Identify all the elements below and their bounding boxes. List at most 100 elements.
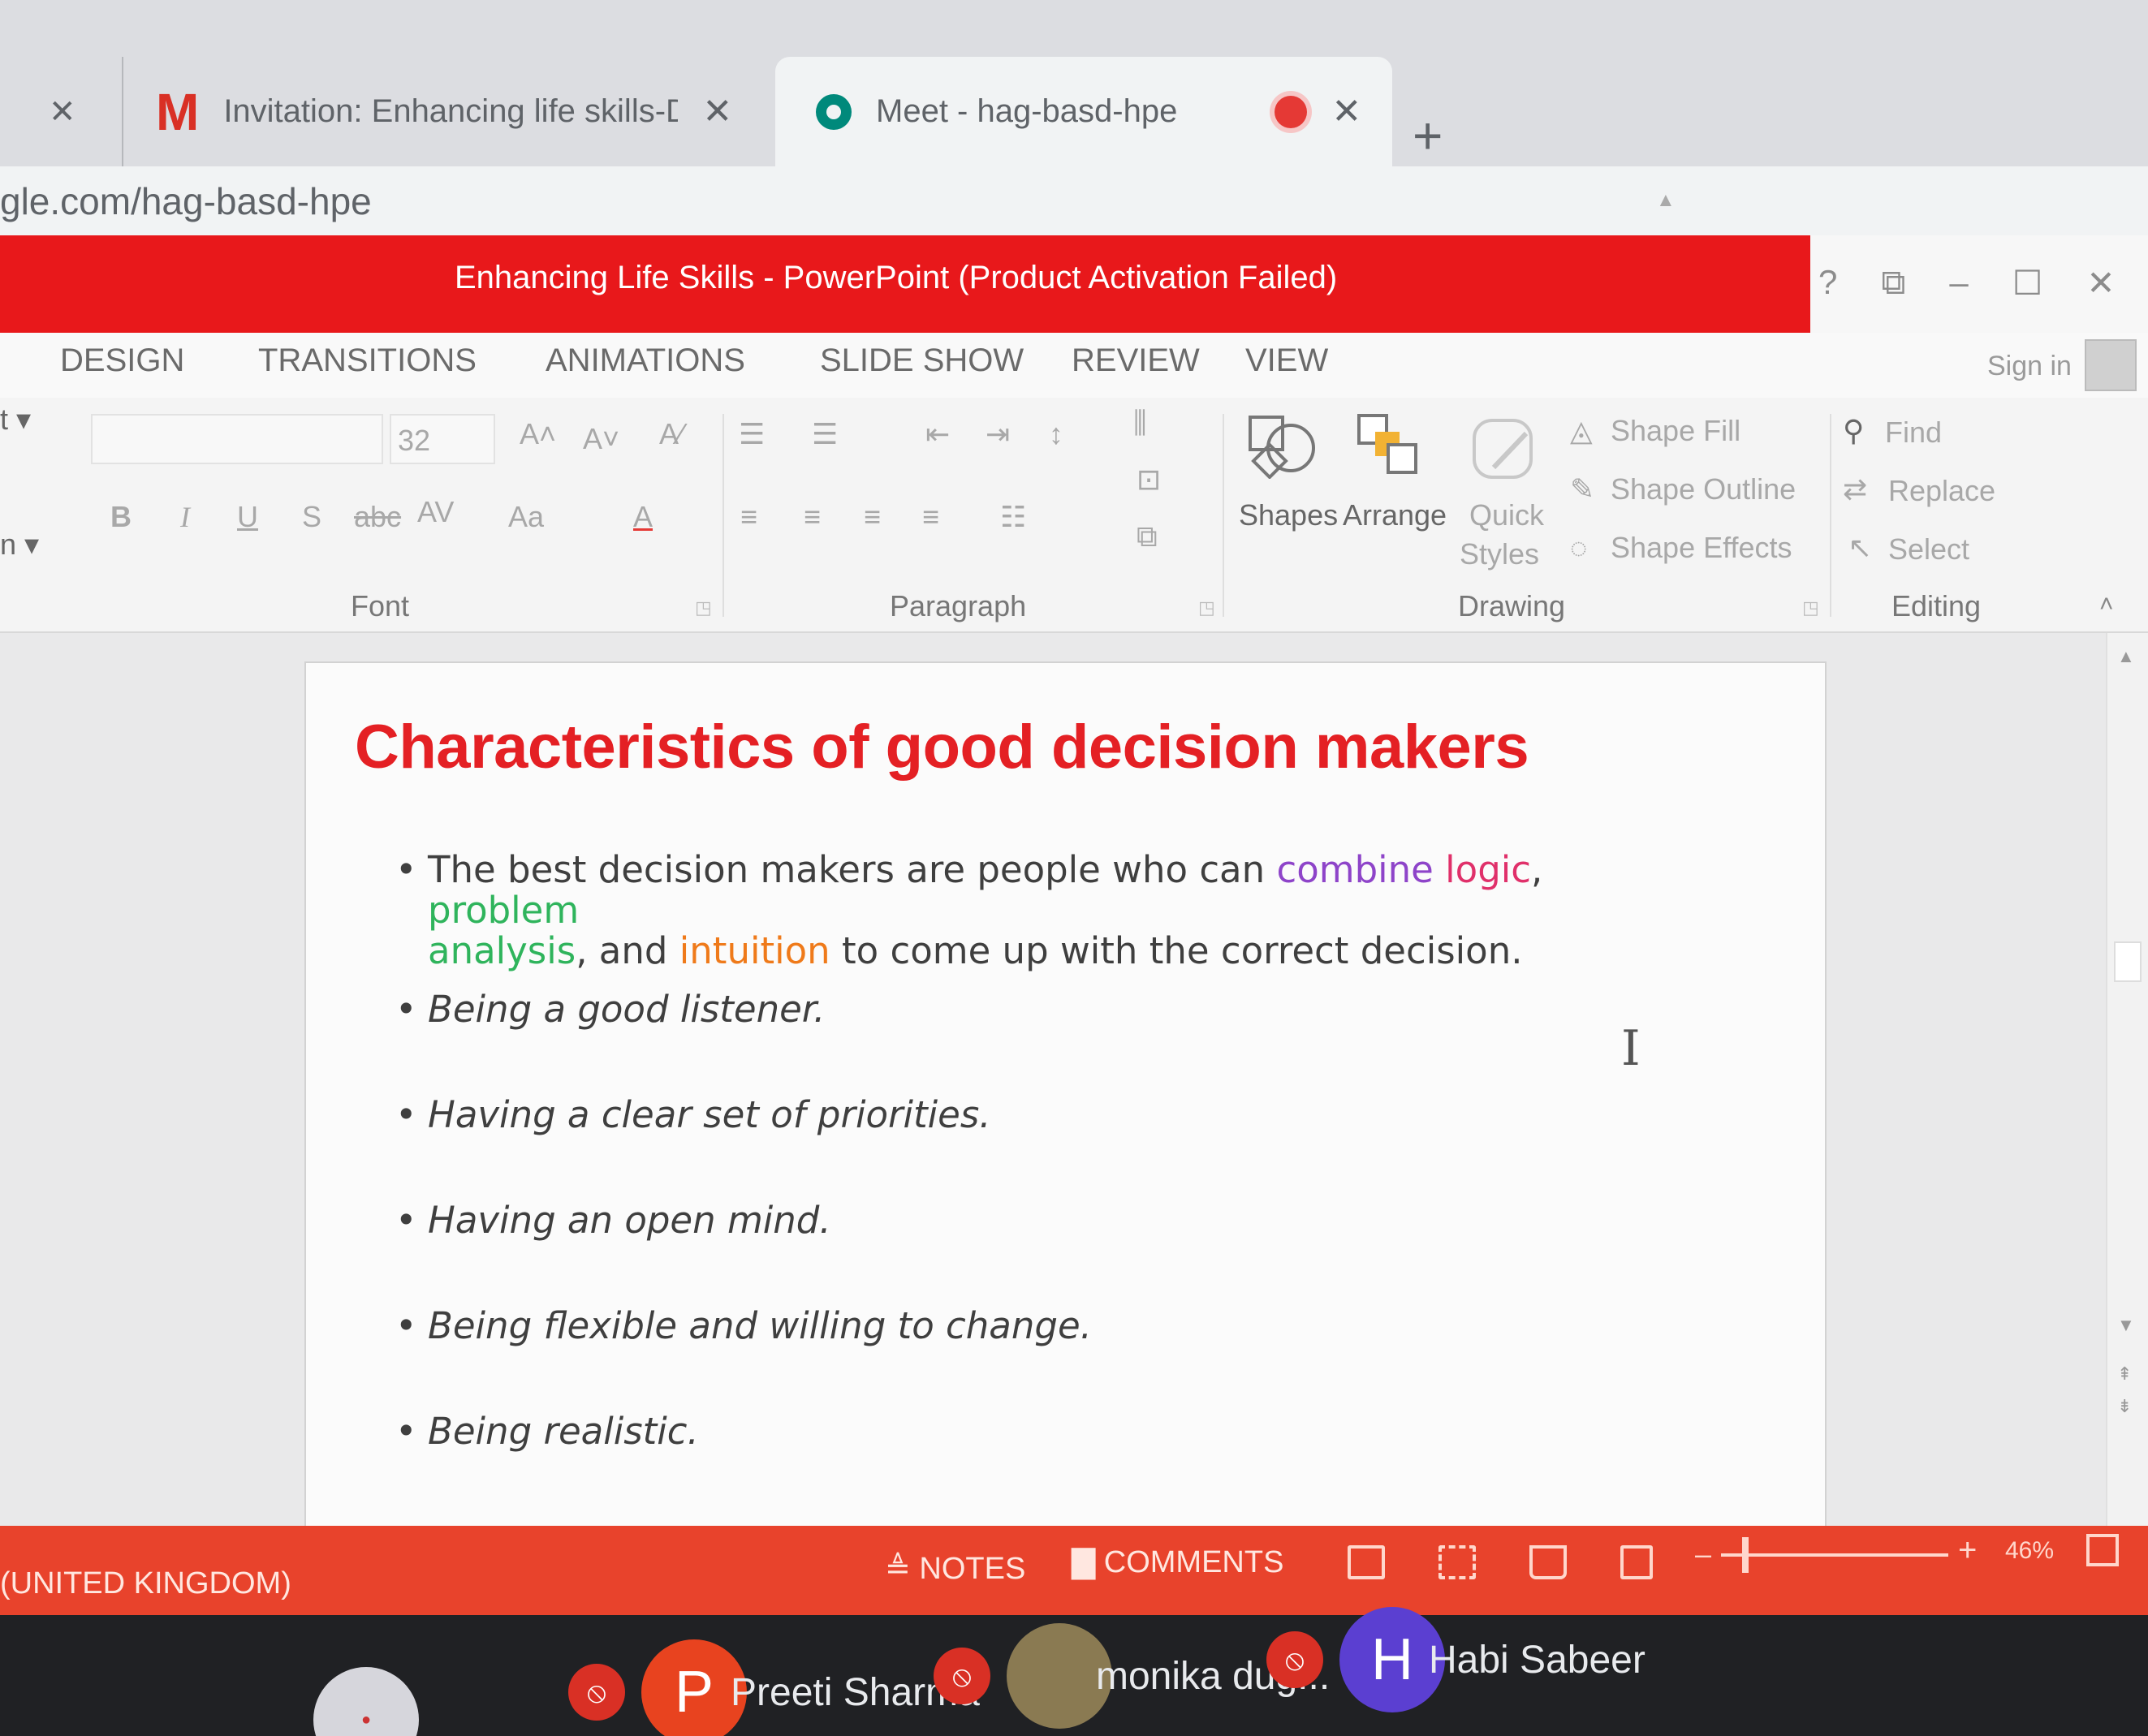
address-bar[interactable]: gle.com/hag-basd-hpe ▲ <box>0 166 2148 235</box>
justify-icon[interactable]: ≡ <box>922 500 939 534</box>
maximize-button[interactable]: ☐ <box>2012 263 2043 303</box>
zoom-slider[interactable] <box>1721 1553 1948 1557</box>
clear-formatting-button[interactable]: A⁄ <box>659 417 684 451</box>
window-titlebar: Enhancing Life Skills - PowerPoint (Prod… <box>0 235 2148 333</box>
zoom-level[interactable]: 46% <box>2005 1537 2054 1565</box>
paragraph-group-label: Paragraph <box>890 589 1027 622</box>
close-icon[interactable]: ✕ <box>1331 91 1361 132</box>
text-shadow-button[interactable]: S <box>302 500 321 534</box>
increase-indent-icon[interactable]: ⇥ <box>986 417 1010 451</box>
tab-gmail-invitation[interactable]: M Invitation: Enhancing life skills-D ✕ <box>122 57 771 166</box>
list-item[interactable]: Having a clear set of priorities. <box>395 1093 1646 1199</box>
participant-tile[interactable]: ⦸ P Preeti Sharma <box>568 1639 980 1736</box>
text-cursor-icon: I <box>1621 1020 1641 1077</box>
scroll-up-icon[interactable]: ▲ <box>2117 646 2135 667</box>
ribbon-display-button[interactable]: ⧉ <box>1881 263 1905 303</box>
shape-outline-button[interactable]: Shape Outline <box>1611 472 1796 506</box>
ribbon-home: t ▾ n ▾ 32 A˄ A˅ A⁄ B I U S abc AV Aa A … <box>0 398 2148 633</box>
tab-animations[interactable]: ANIMATIONS <box>546 342 745 379</box>
strikethrough-button[interactable]: abc <box>354 500 401 534</box>
change-case-button[interactable]: Aa <box>508 500 544 534</box>
bullets-icon[interactable]: ☰ <box>739 417 765 451</box>
scroll-thumb[interactable] <box>2114 941 2142 982</box>
text-direction-icon[interactable]: ⫼ <box>1133 406 1147 441</box>
shapes-icon[interactable] <box>1245 412 1320 480</box>
decrease-indent-icon[interactable]: ⇤ <box>925 417 950 451</box>
shape-effects-button[interactable]: Shape Effects <box>1611 531 1792 565</box>
minimize-button[interactable]: – <box>1949 263 1968 303</box>
shrink-font-button[interactable]: A˅ <box>583 422 619 456</box>
italic-button[interactable]: I <box>180 500 190 534</box>
font-size-combo[interactable]: 32 <box>390 414 495 464</box>
next-slide-icon[interactable]: ⇟ <box>2117 1396 2132 1417</box>
align-text-icon[interactable]: ⊡ <box>1137 463 1161 497</box>
help-button[interactable]: ? <box>1818 263 1837 303</box>
fit-to-window-icon[interactable] <box>2086 1534 2119 1566</box>
select-button[interactable]: Select <box>1888 532 1969 566</box>
collapse-ribbon-icon[interactable]: ˄ <box>2099 591 2114 618</box>
font-name-combo[interactable] <box>91 414 383 464</box>
grow-font-button[interactable]: A˄ <box>520 417 556 451</box>
meet-participant-strip: ● ⦸ P Preeti Sharma ⦸ monika dug... ⦸ H … <box>0 1607 2148 1736</box>
select-icon: ↖ <box>1848 531 1873 564</box>
find-button[interactable]: Find <box>1885 416 1942 450</box>
tab-slide-show[interactable]: SLIDE SHOW <box>820 342 1024 379</box>
clipboard-dropdown[interactable]: t ▾ <box>0 403 31 437</box>
list-item[interactable]: Being realistic. <box>395 1410 1646 1515</box>
quick-styles-button[interactable]: Quick <box>1469 498 1544 532</box>
align-left-icon[interactable]: ≡ <box>740 500 757 534</box>
align-center-icon[interactable]: ≡ <box>804 500 821 534</box>
zoom-slider-thumb[interactable] <box>1741 1537 1749 1573</box>
smartart-icon[interactable]: ⧉ <box>1137 519 1158 554</box>
new-tab-button[interactable]: + <box>1413 106 1443 166</box>
tab-design[interactable]: DESIGN <box>60 342 184 379</box>
highlight-combine: combine <box>1276 848 1434 891</box>
previous-slide-icon[interactable]: ⇞ <box>2117 1363 2132 1385</box>
close-icon[interactable]: ✕ <box>49 93 76 131</box>
vertical-scrollbar[interactable]: ▲ ▼ ⇞ ⇟ <box>2106 633 2148 1526</box>
participant-tile[interactable]: ⦸ H Habi Sabeer <box>1266 1607 1646 1712</box>
font-color-button[interactable]: A <box>633 500 653 534</box>
quick-styles-button-line2[interactable]: Styles <box>1460 537 1539 571</box>
zoom-in-button[interactable]: + <box>1958 1532 1977 1569</box>
window-title: Enhancing Life Skills - PowerPoint (Prod… <box>455 260 1338 295</box>
paragraph-dialog-launcher-icon[interactable]: ◳ <box>1198 597 1215 618</box>
slide-canvas[interactable]: Characteristics of good decision makers … <box>304 661 1827 1562</box>
list-item[interactable]: Having an open mind. <box>395 1199 1646 1304</box>
section-dropdown[interactable]: n ▾ <box>0 528 39 562</box>
underline-button[interactable]: U <box>237 500 258 534</box>
list-item[interactable]: The best decision makers are people who … <box>395 848 1646 988</box>
align-right-icon[interactable]: ≡ <box>864 500 881 534</box>
tab-transitions[interactable]: TRANSITIONS <box>258 342 477 379</box>
url-text[interactable]: gle.com/hag-basd-hpe <box>0 179 372 223</box>
columns-icon[interactable]: ☷ <box>1000 500 1026 534</box>
account-avatar[interactable] <box>2085 339 2137 391</box>
tab-meet[interactable]: Meet - hag-basd-hpe ✕ <box>775 57 1392 166</box>
ribbon-tab-bar: DESIGN TRANSITIONS ANIMATIONS SLIDE SHOW… <box>0 333 2148 398</box>
slide-title[interactable]: Characteristics of good decision makers <box>355 712 1529 782</box>
bold-button[interactable]: B <box>110 500 132 534</box>
character-spacing-button[interactable]: AV <box>417 495 454 529</box>
shapes-button[interactable]: Shapes <box>1239 498 1338 532</box>
line-spacing-icon[interactable]: ↕ <box>1049 417 1063 451</box>
lock-icon: ▲ <box>1656 189 1676 211</box>
arrange-button[interactable]: Arrange <box>1343 498 1447 532</box>
list-item[interactable]: Being flexible and willing to change. <box>395 1304 1646 1410</box>
tab-view[interactable]: VIEW <box>1245 342 1328 379</box>
tab-review[interactable]: REVIEW <box>1072 342 1200 379</box>
arrange-icon[interactable] <box>1356 412 1421 477</box>
font-dialog-launcher-icon[interactable]: ◳ <box>695 597 712 618</box>
list-item[interactable]: Being a good listener. <box>395 988 1646 1093</box>
editing-group-label: Editing <box>1891 589 1982 622</box>
numbering-icon[interactable]: ☰ <box>812 417 838 451</box>
zoom-out-button[interactable]: – <box>1695 1537 1711 1571</box>
scroll-down-icon[interactable]: ▼ <box>2117 1315 2135 1336</box>
bullet-list[interactable]: The best decision makers are people who … <box>395 848 1646 1515</box>
shape-fill-button[interactable]: Shape Fill <box>1611 414 1740 448</box>
drawing-dialog-launcher-icon[interactable]: ◳ <box>1802 597 1819 618</box>
close-icon[interactable]: ✕ <box>702 91 732 132</box>
sign-in-link[interactable]: Sign in <box>1987 351 2072 382</box>
close-button[interactable]: ✕ <box>2086 263 2115 303</box>
quick-styles-icon[interactable] <box>1469 416 1539 485</box>
replace-button[interactable]: Replace <box>1888 474 1995 508</box>
